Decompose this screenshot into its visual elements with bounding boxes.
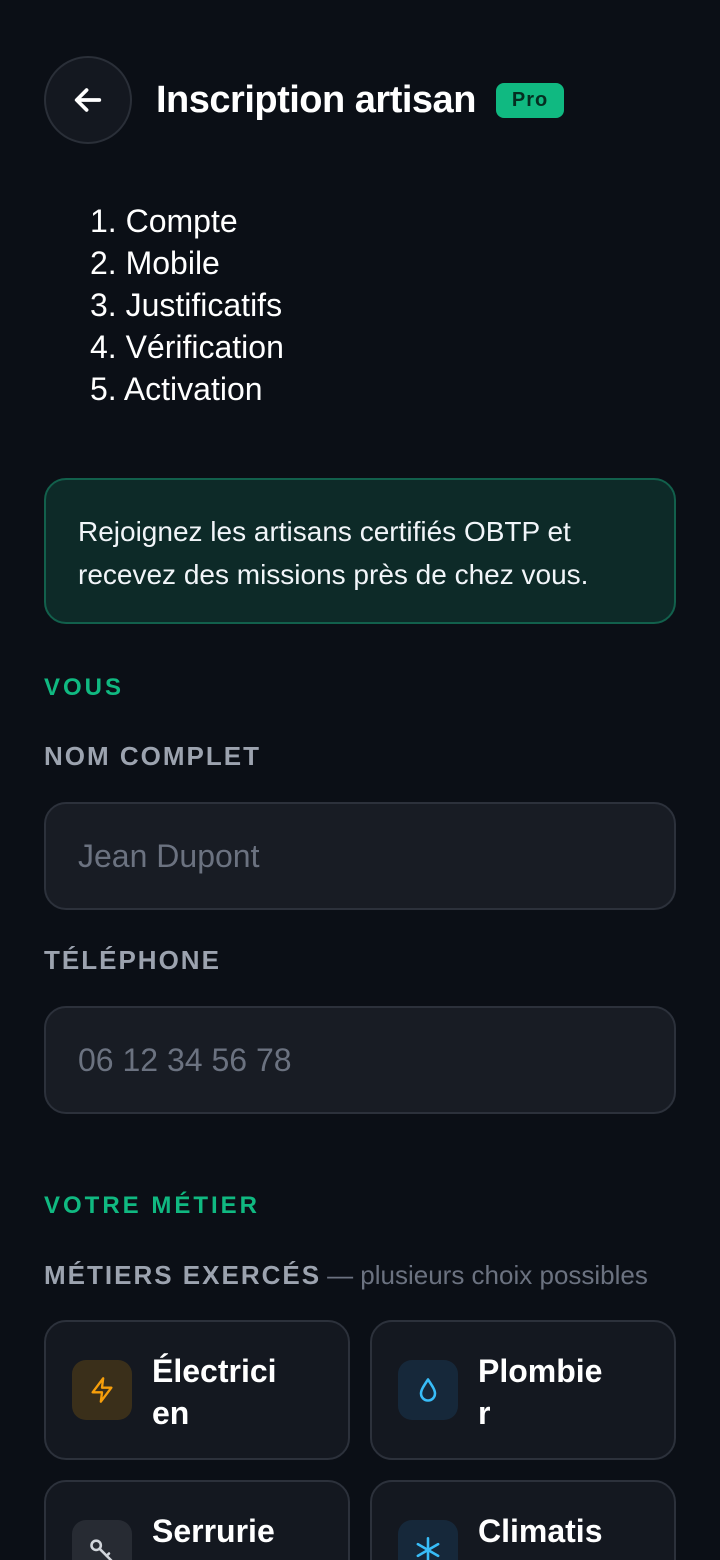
name-label: NOM COMPLET (44, 741, 261, 771)
arrow-left-icon (74, 88, 102, 112)
phone-label: TÉLÉPHONE (44, 945, 221, 975)
name-input[interactable] (44, 802, 676, 910)
page-title: Inscription artisan (156, 78, 476, 121)
trade-card-plombier[interactable]: Plombier (370, 1320, 676, 1460)
signup-screen: Inscription artisan Pro 1. Compte 2. Mob… (0, 0, 720, 1560)
phone-input[interactable] (44, 1006, 676, 1114)
water-drop-icon (398, 1360, 458, 1420)
trade-card-climatisation[interactable]: Climatisation (370, 1480, 676, 1560)
step-list: 1. Compte 2. Mobile 3. Justificatifs 4. … (90, 200, 284, 410)
trade-card-electricien[interactable]: Électricien (44, 1320, 350, 1460)
header: Inscription artisan Pro (44, 56, 565, 144)
section-title-metier: VOTRE MÉTIER (44, 1192, 261, 1219)
trade-label: Serrurier (152, 1513, 275, 1560)
section-title-vous: VOUS (44, 674, 125, 701)
key-icon (72, 1520, 132, 1560)
trade-card-serrurier[interactable]: Serrurier (44, 1480, 350, 1560)
step-item: 2. Mobile (90, 245, 220, 281)
pro-badge: Pro (495, 82, 565, 118)
snowflake-icon (398, 1520, 458, 1560)
info-banner: Rejoignez les artisans certifiés OBTP et… (44, 478, 676, 624)
step-item: 5. Activation (90, 371, 263, 407)
trade-label: Plombier (478, 1353, 603, 1431)
step-item: 3. Justificatifs (90, 287, 283, 323)
trades-label: MÉTIERS EXERCÉS — plusieurs choix possibl… (44, 1260, 648, 1291)
trades-label-text: MÉTIERS EXERCÉS (44, 1260, 322, 1290)
trade-label: Électricien (152, 1353, 277, 1431)
trade-label: Climatisation (478, 1513, 603, 1560)
trades-hint: — plusieurs choix possibles (327, 1260, 648, 1290)
back-button[interactable] (44, 56, 132, 144)
step-item: 1. Compte (90, 203, 238, 239)
step-item: 4. Vérification (90, 329, 284, 365)
lightning-icon (72, 1360, 132, 1420)
